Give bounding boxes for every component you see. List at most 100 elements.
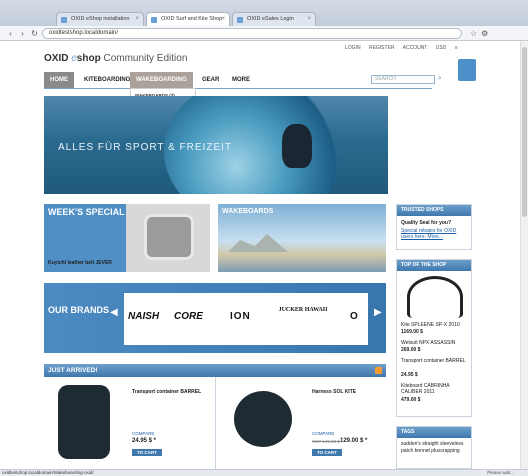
- compare-link[interactable]: COMPARE: [312, 431, 334, 436]
- product-title[interactable]: Harness SOL KITE: [312, 389, 382, 396]
- just-arrived-header: JUST ARRIVED!: [44, 364, 386, 377]
- old-price: REP 149.00 $: [312, 439, 340, 444]
- wakeboards-title: WAKEBOARDS: [222, 208, 274, 215]
- browser-window: OXID eShop installation × OXID Surf and …: [0, 0, 528, 476]
- currency-select[interactable]: USD: [436, 45, 447, 51]
- belt-image[interactable]: [126, 204, 210, 272]
- tab-strip: OXID eShop installation × OXID Surf and …: [0, 0, 528, 26]
- browser-tab-login[interactable]: OXID eSales Login ×: [232, 12, 316, 26]
- kite-image[interactable]: [407, 276, 463, 318]
- wakeboards-teaser[interactable]: WAKEBOARDS: [218, 204, 386, 272]
- hero-banner[interactable]: ALLES FÜR SPORT & FREIZEIT: [44, 96, 388, 194]
- close-icon[interactable]: ×: [307, 16, 311, 22]
- menu-home[interactable]: HOME: [44, 72, 74, 88]
- tab-label: OXID eShop installation: [71, 16, 130, 22]
- status-url: oxidtestshop.localdomain/Wakeboarding-ox…: [2, 470, 94, 475]
- hero-text: ALLES FÜR SPORT & FREIZEIT: [58, 142, 232, 153]
- browser-tab-installation[interactable]: OXID eShop installation ×: [56, 12, 144, 26]
- shop-logo[interactable]: OXID eshop Community Edition: [44, 53, 187, 64]
- product-divider: [215, 377, 216, 469]
- browser-toolbar: ‹ › ↻ oxidtestshop.localdomain/ ☆⚙: [0, 26, 528, 41]
- weeks-special-title: WEEK'S SPECIAL: [48, 207, 125, 217]
- menu-divider: [44, 88, 432, 89]
- top-item-price: 479.00 $: [401, 397, 421, 403]
- product-image[interactable]: [234, 391, 292, 447]
- tags-box: TAGS sudden's straight sleeveless patch …: [396, 426, 472, 469]
- brands-slider: OUR BRANDS ◀ NAISH CORE ION JUCKER HAWAI…: [44, 283, 386, 353]
- mountain-image: [228, 234, 288, 252]
- weeks-special-item[interactable]: Kuyichi leather belt JEVER: [48, 260, 124, 267]
- back-icon[interactable]: ‹: [6, 29, 15, 38]
- product-card[interactable]: Transport container BARREL COMPARE 24.95…: [44, 381, 214, 469]
- brand-logo[interactable]: JUCKER HAWAII: [278, 307, 328, 313]
- tab-label: OXID Surf and Kite Shop: [161, 16, 223, 22]
- status-bar: oxidtestshop.localdomain/Wakeboarding-ox…: [0, 469, 528, 476]
- box-title: TRUSTED SHOPS: [397, 205, 471, 216]
- star-icon[interactable]: ☆: [470, 29, 481, 38]
- belt-shape: [144, 214, 194, 260]
- top-item-price: 269.00 $: [401, 347, 421, 353]
- tab-label: OXID eSales Login: [247, 16, 294, 22]
- slider-prev-icon[interactable]: ◀: [110, 307, 118, 318]
- search-input[interactable]: SEARCH: [371, 75, 435, 84]
- box-title: TAGS: [397, 427, 471, 438]
- box-title: TOP OF THE SHOP: [397, 260, 471, 271]
- brand-logo[interactable]: ION: [230, 311, 251, 322]
- rss-icon[interactable]: [375, 367, 382, 374]
- top-item-price: 24.95 $: [401, 372, 418, 378]
- menu-kiteboarding[interactable]: KITEBOARDING: [78, 72, 136, 88]
- product-title[interactable]: Transport container BARREL: [132, 389, 202, 396]
- tag-cloud[interactable]: sudden's straight sleeveless patch bonne…: [401, 441, 469, 455]
- logo-brand: OXID: [44, 53, 72, 64]
- status-right: Please wait...: [487, 470, 514, 475]
- just-arrived-title: JUST ARRIVED!: [48, 367, 98, 374]
- to-cart-button[interactable]: TO CART: [312, 449, 342, 456]
- brand-logo[interactable]: NAISH: [128, 311, 159, 322]
- trusted-question: Quality Seal for you?: [401, 220, 452, 226]
- browser-tab-shop[interactable]: OXID Surf and Kite Shop ×: [146, 12, 230, 26]
- to-cart-button[interactable]: TO CART: [132, 449, 162, 456]
- trusted-shops-box: TRUSTED SHOPS Quality Seal for you? Spec…: [396, 204, 472, 250]
- logo-edition: Community Edition: [100, 53, 188, 64]
- close-icon[interactable]: ×: [135, 16, 139, 22]
- account-nav: LOGIN REGISTER ACCOUNT USD ≡: [345, 45, 465, 51]
- close-icon[interactable]: ×: [221, 16, 225, 22]
- web-page: LOGIN REGISTER ACCOUNT USD ≡ OXID eshop …: [0, 41, 520, 469]
- favicon-icon: [237, 17, 243, 23]
- top-item-name[interactable]: Wetsuit NPX ASSASSIN: [401, 340, 455, 346]
- brand-logo[interactable]: CORE: [174, 311, 203, 322]
- top-item-name[interactable]: Kiteboard CABRINHA CALIBER 2011: [401, 383, 469, 395]
- slider-next-icon[interactable]: ▶: [374, 307, 382, 318]
- flag-icon[interactable]: ≡: [455, 45, 458, 51]
- brand-logo[interactable]: O: [350, 311, 358, 322]
- forward-icon[interactable]: ›: [18, 29, 27, 38]
- register-link[interactable]: REGISTER: [369, 45, 395, 51]
- trusted-link[interactable]: Special rebates for OXID users here. Mor…: [401, 228, 469, 240]
- menu-gear[interactable]: GEAR: [196, 72, 225, 88]
- search-icon[interactable]: ⌕: [438, 75, 442, 83]
- product-image[interactable]: [58, 385, 110, 459]
- top-of-shop-box: TOP OF THE SHOP Kite SPLEENE SP-X 2010 1…: [396, 259, 472, 417]
- top-item-name[interactable]: Transport container BARREL: [401, 358, 469, 364]
- compare-link[interactable]: COMPARE: [132, 431, 154, 436]
- product-card[interactable]: Harness SOL KITE COMPARE REP 149.00 $ 12…: [218, 381, 386, 469]
- favicon-icon: [151, 17, 157, 23]
- surfer-image: [282, 124, 312, 168]
- product-price: 129.00 $ *: [340, 438, 368, 444]
- wrench-icon[interactable]: ⚙: [481, 29, 492, 38]
- account-link[interactable]: ACCOUNT: [403, 45, 428, 51]
- basket-icon[interactable]: [458, 59, 476, 81]
- address-bar[interactable]: oxidtestshop.localdomain/: [42, 28, 462, 39]
- logo-shop: shop: [76, 53, 101, 64]
- toolbar-icons: ☆⚙: [470, 29, 492, 38]
- top-item-price: 1169.00 $: [401, 329, 423, 335]
- reload-icon[interactable]: ↻: [30, 29, 39, 38]
- login-link[interactable]: LOGIN: [345, 45, 361, 51]
- top-item-name[interactable]: Kite SPLEENE SP-X 2010: [401, 322, 460, 328]
- scrollbar-thumb[interactable]: [522, 47, 527, 217]
- favicon-icon: [61, 17, 67, 23]
- menu-more[interactable]: MORE: [226, 72, 256, 88]
- menu-wakeboarding[interactable]: WAKEBOARDING: [130, 72, 193, 88]
- scrollbar[interactable]: [520, 41, 528, 469]
- product-price: 24.95 $ *: [132, 438, 157, 444]
